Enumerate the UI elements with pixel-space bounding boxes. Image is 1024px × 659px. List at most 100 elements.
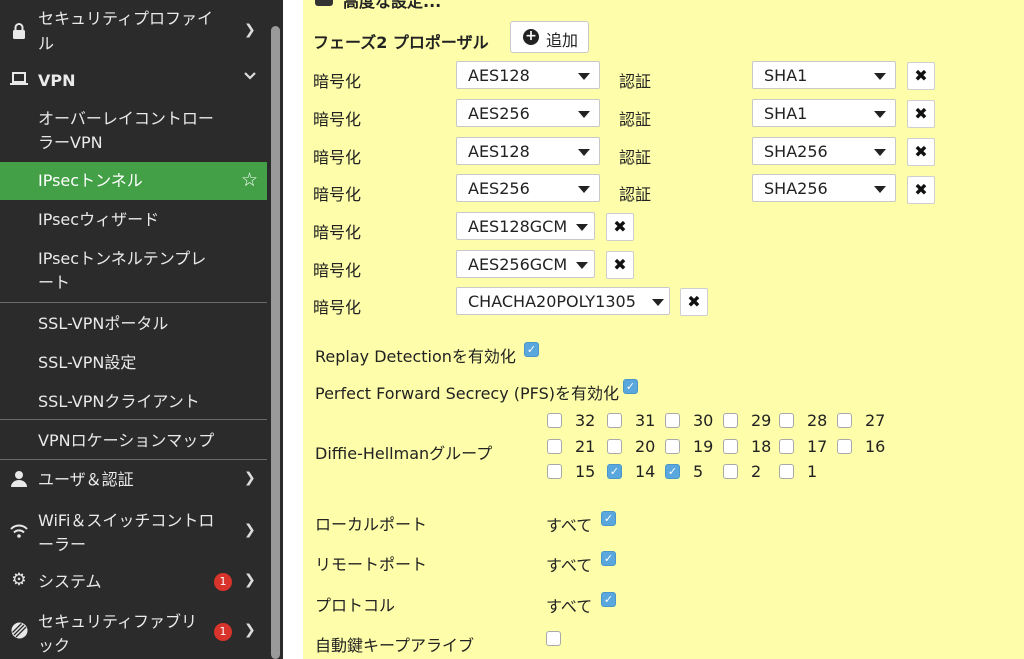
dh-group-checkbox[interactable] bbox=[607, 413, 622, 428]
remote-port-label: リモートポート bbox=[315, 555, 428, 574]
encryption-value: AES128 bbox=[468, 142, 530, 161]
sidebar-item-user-auth[interactable]: ユーザ＆認証 ❯ bbox=[0, 465, 267, 495]
phase2-proposal-title: フェーズ2 プロポーザル bbox=[313, 33, 489, 52]
dh-group-checkbox[interactable] bbox=[547, 439, 562, 454]
sidebar-item-label: IPsecトンネルテンプレ bbox=[38, 249, 207, 268]
chevron-right-icon: ❯ bbox=[244, 22, 256, 38]
sidebar-item-security-fabric[interactable]: セキュリティファブリ ック 1 ❯ bbox=[0, 607, 267, 659]
authentication-select[interactable]: SHA1 bbox=[752, 61, 896, 89]
sidebar-item-security-profiles[interactable]: セキュリティプロファイ ル ❯ bbox=[0, 4, 267, 60]
dh-group-checkbox[interactable]: ✓ bbox=[607, 464, 622, 479]
encryption-label: 暗号化 bbox=[313, 110, 362, 129]
dh-group-checkbox[interactable] bbox=[837, 413, 852, 428]
sidebar-item-label: オーバーレイコントロー bbox=[38, 109, 214, 128]
sidebar-item-label: IPsecウィザード bbox=[38, 210, 160, 229]
sidebar-divider bbox=[0, 302, 267, 303]
dh-group-checkbox[interactable] bbox=[779, 464, 794, 479]
dh-group-number: 30 bbox=[693, 411, 714, 430]
local-port-all-checkbox[interactable]: ✓ bbox=[601, 511, 616, 526]
sidebar-item-label: システム bbox=[38, 572, 102, 591]
encryption-label: 暗号化 bbox=[313, 148, 362, 167]
dh-group-checkbox[interactable] bbox=[547, 464, 562, 479]
authentication-label: 認証 bbox=[619, 72, 652, 91]
pfs-checkbox[interactable]: ✓ bbox=[623, 379, 638, 394]
dropdown-caret-icon bbox=[874, 73, 886, 80]
local-port-label: ローカルポート bbox=[315, 515, 428, 534]
encryption-value: CHACHA20POLY1305 bbox=[468, 292, 636, 311]
dh-group-checkbox[interactable] bbox=[665, 439, 680, 454]
sidebar-item-label-cont: ック bbox=[38, 636, 71, 655]
replay-detection-checkbox[interactable]: ✓ bbox=[524, 342, 539, 357]
remove-proposal-button[interactable]: ✖ bbox=[606, 213, 634, 241]
dh-group-checkbox[interactable] bbox=[837, 439, 852, 454]
dh-group-checkbox[interactable]: ✓ bbox=[665, 464, 680, 479]
gear-icon: ⚙ bbox=[11, 570, 27, 590]
remove-proposal-button[interactable]: ✖ bbox=[907, 62, 935, 90]
sidebar-scrollbar-thumb[interactable] bbox=[271, 26, 280, 659]
add-proposal-button[interactable]: + 追加 bbox=[510, 21, 589, 53]
encryption-label: 暗号化 bbox=[313, 223, 362, 242]
dh-group-checkbox[interactable] bbox=[779, 413, 794, 428]
protocol-all-label: すべて bbox=[546, 597, 593, 616]
sidebar-item-ssl-vpn-clients[interactable]: SSL-VPNクライアント bbox=[0, 387, 267, 417]
authentication-value: SHA1 bbox=[764, 104, 808, 123]
sidebar-item-ipsec-wizard[interactable]: IPsecウィザード bbox=[0, 204, 267, 236]
sidebar-item-label-cont: ーラー bbox=[38, 535, 87, 554]
remove-proposal-button[interactable]: ✖ bbox=[907, 176, 935, 204]
dh-group-number: 1 bbox=[807, 462, 818, 481]
sidebar-item-ssl-vpn-portals[interactable]: SSL-VPNポータル bbox=[0, 309, 267, 339]
authentication-value: SHA256 bbox=[764, 142, 828, 161]
remove-proposal-button[interactable]: ✖ bbox=[680, 288, 708, 316]
encryption-select[interactable]: AES256GCM bbox=[456, 250, 595, 278]
remove-proposal-button[interactable]: ✖ bbox=[907, 138, 935, 166]
autokey-keepalive-checkbox[interactable] bbox=[546, 631, 561, 646]
sidebar-item-vpn-location-map[interactable]: VPNロケーションマップ bbox=[0, 426, 267, 456]
sidebar-item-overlay-controller-vpn[interactable]: オーバーレイコントロー ラーVPN bbox=[0, 104, 267, 158]
dh-group-number: 5 bbox=[693, 462, 704, 481]
dh-group-checkbox[interactable] bbox=[723, 413, 738, 428]
encryption-select[interactable]: CHACHA20POLY1305 bbox=[456, 287, 670, 315]
remove-proposal-button[interactable]: ✖ bbox=[907, 100, 935, 128]
sidebar-item-vpn[interactable]: VPN bbox=[0, 66, 267, 96]
dropdown-caret-icon bbox=[874, 111, 886, 118]
sidebar-item-system[interactable]: ⚙ システム 1 ❯ bbox=[0, 567, 267, 597]
encryption-select[interactable]: AES256 bbox=[456, 99, 600, 127]
star-icon[interactable]: ☆ bbox=[241, 169, 258, 191]
pfs-label: Perfect Forward Secrecy (PFS)を有効化 bbox=[315, 384, 619, 403]
authentication-select[interactable]: SHA1 bbox=[752, 99, 896, 127]
dh-group-checkbox[interactable] bbox=[665, 413, 680, 428]
sidebar-item-wifi-switch-controller[interactable]: WiFi＆スイッチコントロ ーラー ❯ bbox=[0, 506, 267, 560]
protocol-label: プロトコル bbox=[315, 596, 396, 615]
dh-group-number: 17 bbox=[807, 437, 828, 456]
remote-port-all-checkbox[interactable]: ✓ bbox=[601, 551, 616, 566]
sidebar-item-ipsec-tunnels[interactable]: IPsecトンネル ☆ bbox=[0, 162, 267, 200]
dh-group-checkbox[interactable] bbox=[723, 439, 738, 454]
notification-badge: 1 bbox=[214, 623, 232, 641]
encryption-select[interactable]: AES256 bbox=[456, 174, 600, 202]
dh-group-checkbox[interactable] bbox=[723, 464, 738, 479]
authentication-value: SHA256 bbox=[764, 179, 828, 198]
dh-group-number: 20 bbox=[635, 437, 656, 456]
dh-group-checkbox[interactable] bbox=[607, 439, 622, 454]
dh-group-checkbox[interactable] bbox=[547, 413, 562, 428]
sidebar-item-label: SSL-VPN設定 bbox=[38, 353, 137, 372]
diffie-hellman-label: Diffie-Hellmanグループ bbox=[315, 444, 493, 463]
sidebar-item-ssl-vpn-settings[interactable]: SSL-VPN設定 bbox=[0, 348, 267, 378]
dropdown-caret-icon bbox=[874, 186, 886, 193]
laptop-icon bbox=[9, 71, 29, 91]
dh-group-number: 14 bbox=[635, 462, 656, 481]
encryption-select[interactable]: AES128GCM bbox=[456, 212, 595, 240]
authentication-select[interactable]: SHA256 bbox=[752, 174, 896, 202]
sidebar-item-ipsec-tunnel-template[interactable]: IPsecトンネルテンプレ ート bbox=[0, 244, 267, 298]
notification-badge: 1 bbox=[214, 573, 232, 591]
encryption-value: AES256 bbox=[468, 179, 530, 198]
authentication-select[interactable]: SHA256 bbox=[752, 137, 896, 165]
authentication-value: SHA1 bbox=[764, 66, 808, 85]
encryption-select[interactable]: AES128 bbox=[456, 61, 600, 89]
chevron-right-icon: ❯ bbox=[244, 522, 256, 538]
encryption-select[interactable]: AES128 bbox=[456, 137, 600, 165]
remove-proposal-button[interactable]: ✖ bbox=[606, 251, 634, 279]
protocol-all-checkbox[interactable]: ✓ bbox=[601, 592, 616, 607]
dh-group-checkbox[interactable] bbox=[779, 439, 794, 454]
dropdown-caret-icon bbox=[576, 262, 588, 269]
